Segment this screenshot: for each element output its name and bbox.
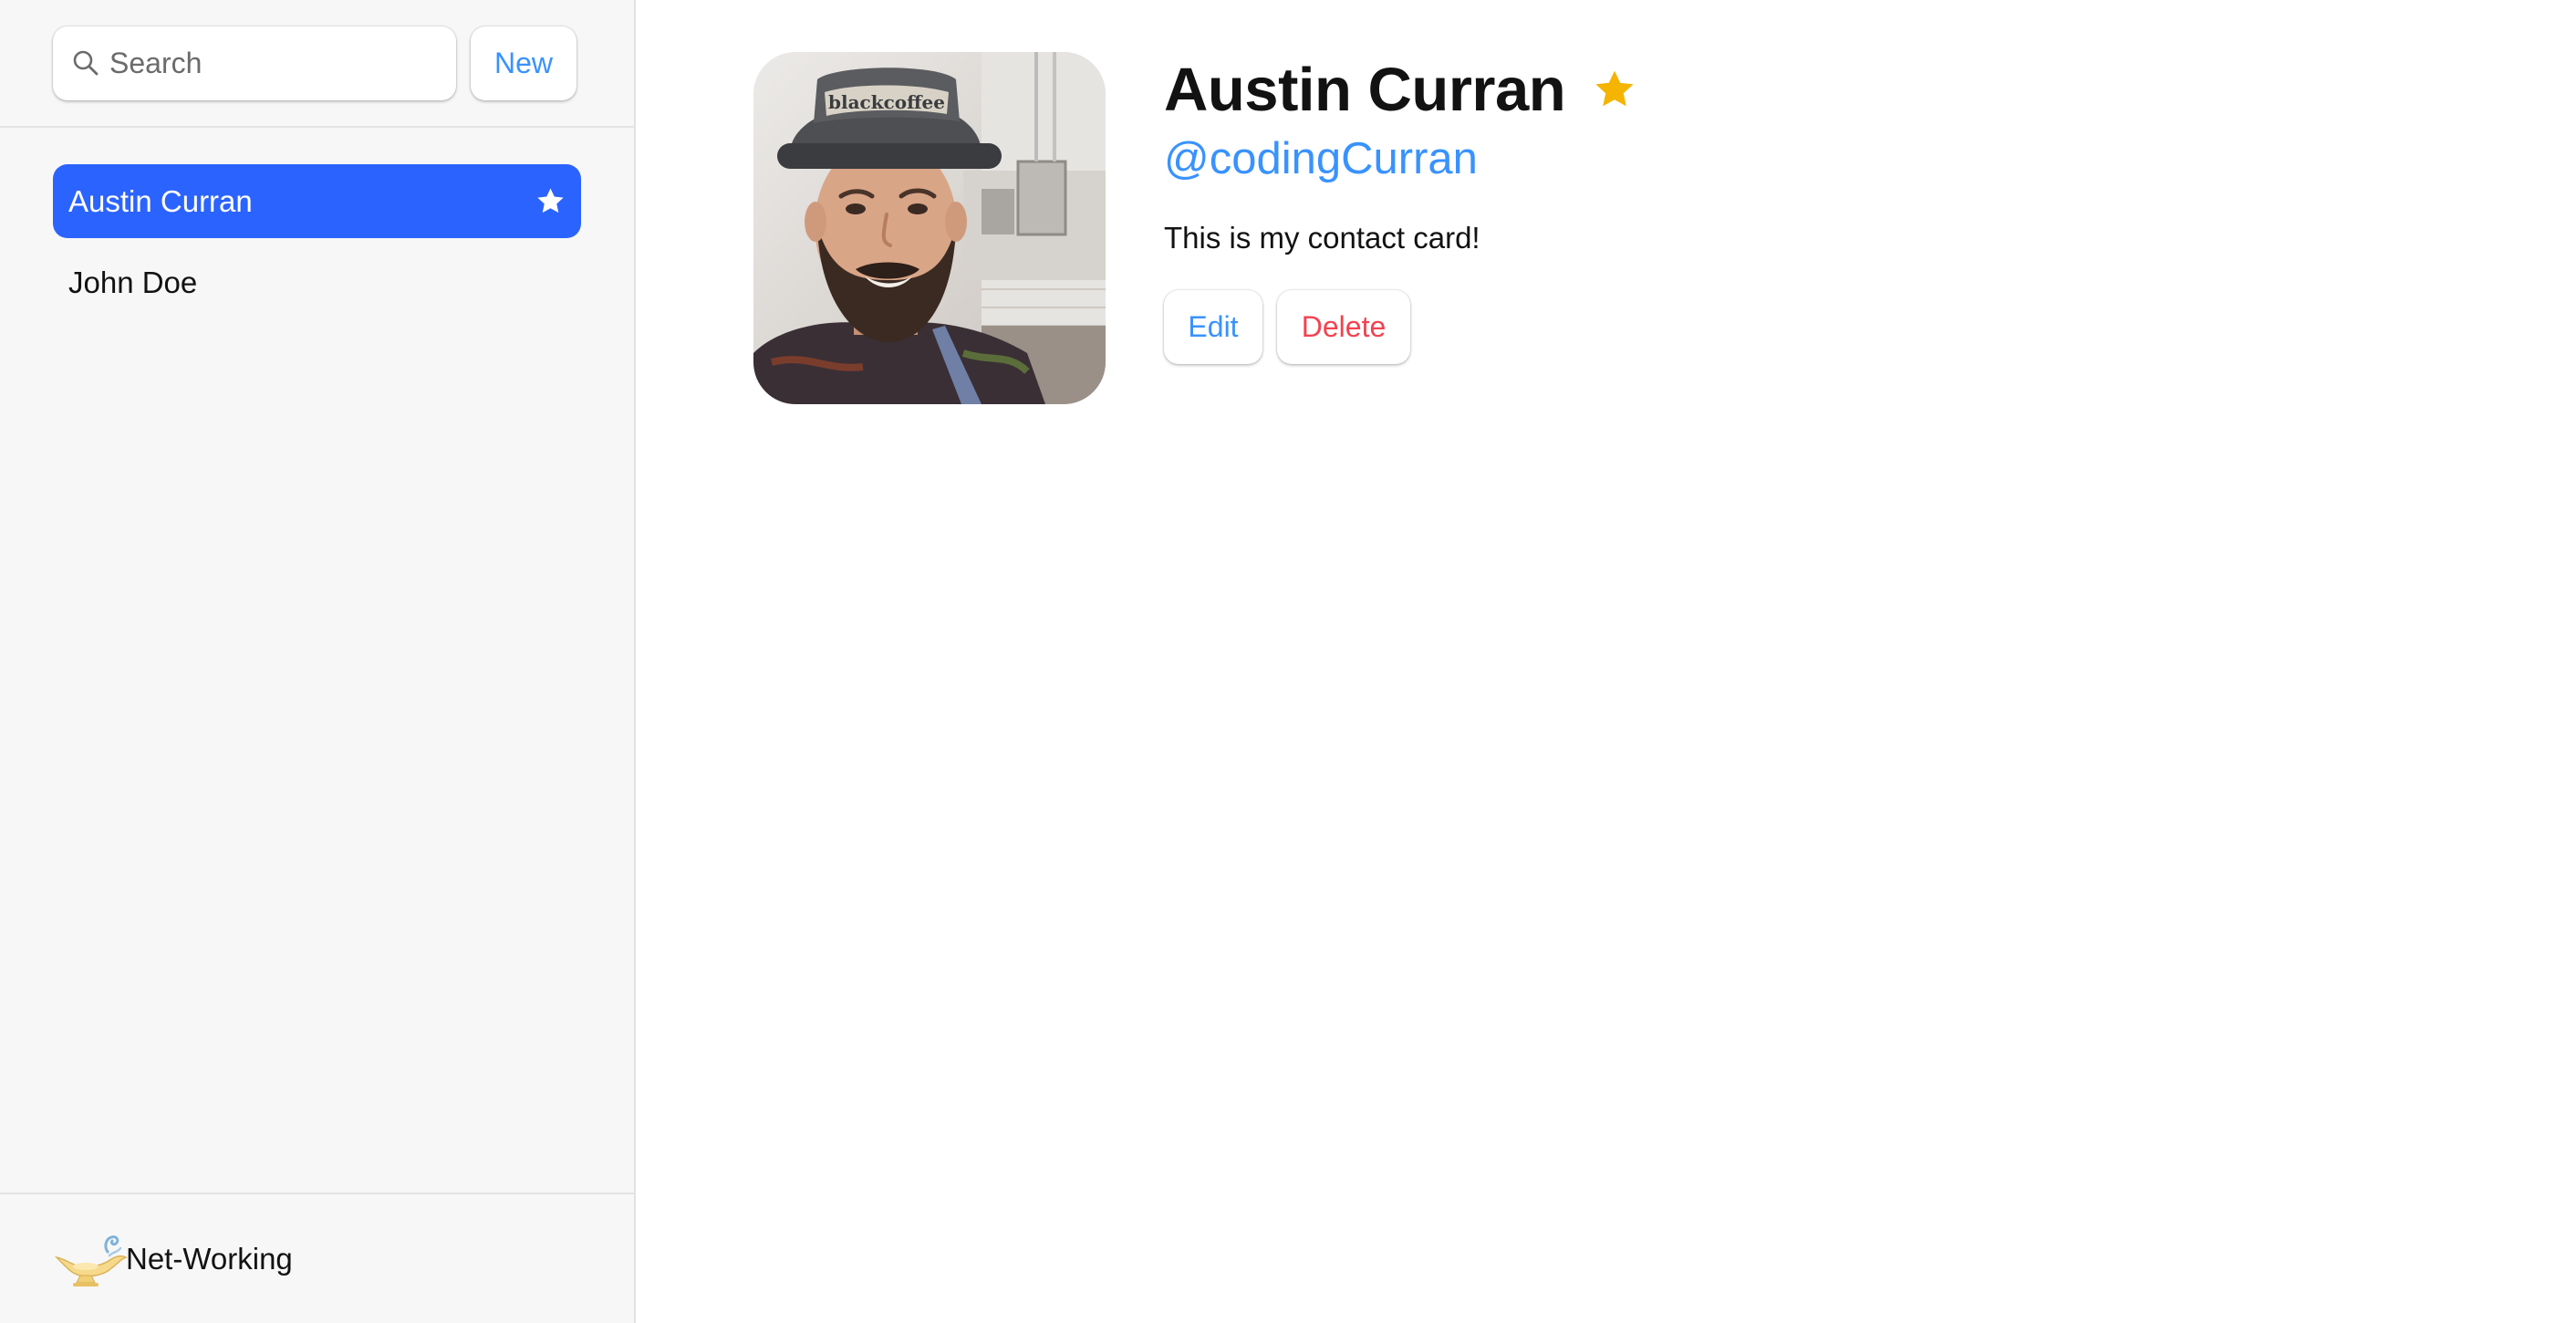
new-contact-button[interactable]: New	[471, 26, 576, 100]
delete-button[interactable]: Delete	[1277, 290, 1410, 364]
sidebar: New Austin Curran John Doe	[0, 0, 636, 1323]
contact-notes: This is my contact card!	[1164, 221, 1480, 255]
brand-name: Net-Working	[126, 1241, 293, 1276]
contact-detail: blackcoffee Austin Curran @codingCurran …	[636, 0, 2576, 1323]
contact-list-item-name: Austin Curran	[68, 183, 253, 218]
contact-list-item[interactable]: Austin Curran	[53, 164, 581, 238]
svg-text:blackcoffee: blackcoffee	[828, 91, 945, 113]
twitter-link[interactable]: @codingCurran	[1164, 133, 1636, 184]
search-bar: New	[0, 0, 634, 128]
search-icon	[73, 50, 99, 75]
app-root: New Austin Curran John Doe	[0, 0, 2576, 1323]
magic-lamp-icon	[54, 1234, 128, 1287]
star-icon	[537, 188, 564, 214]
contact-list: Austin Curran John Doe	[0, 128, 634, 1193]
search-form	[53, 26, 456, 100]
sidebar-footer: Net-Working	[0, 1193, 634, 1323]
favorite-button[interactable]	[1593, 68, 1636, 111]
contact-list-item[interactable]: John Doe	[53, 245, 581, 319]
contact-info: Austin Curran @codingCurran This is my c…	[1164, 53, 1636, 364]
contact-name: Austin Curran	[1164, 55, 1566, 124]
avatar-photo: blackcoffee	[753, 52, 1106, 404]
contact-actions: Edit Delete	[1164, 290, 1636, 364]
edit-button[interactable]: Edit	[1164, 290, 1262, 364]
star-icon	[1595, 70, 1634, 107]
name-row: Austin Curran	[1164, 53, 1636, 126]
search-input[interactable]	[53, 26, 456, 100]
contact-list-item-name: John Doe	[68, 265, 198, 299]
avatar: blackcoffee	[753, 52, 1106, 404]
